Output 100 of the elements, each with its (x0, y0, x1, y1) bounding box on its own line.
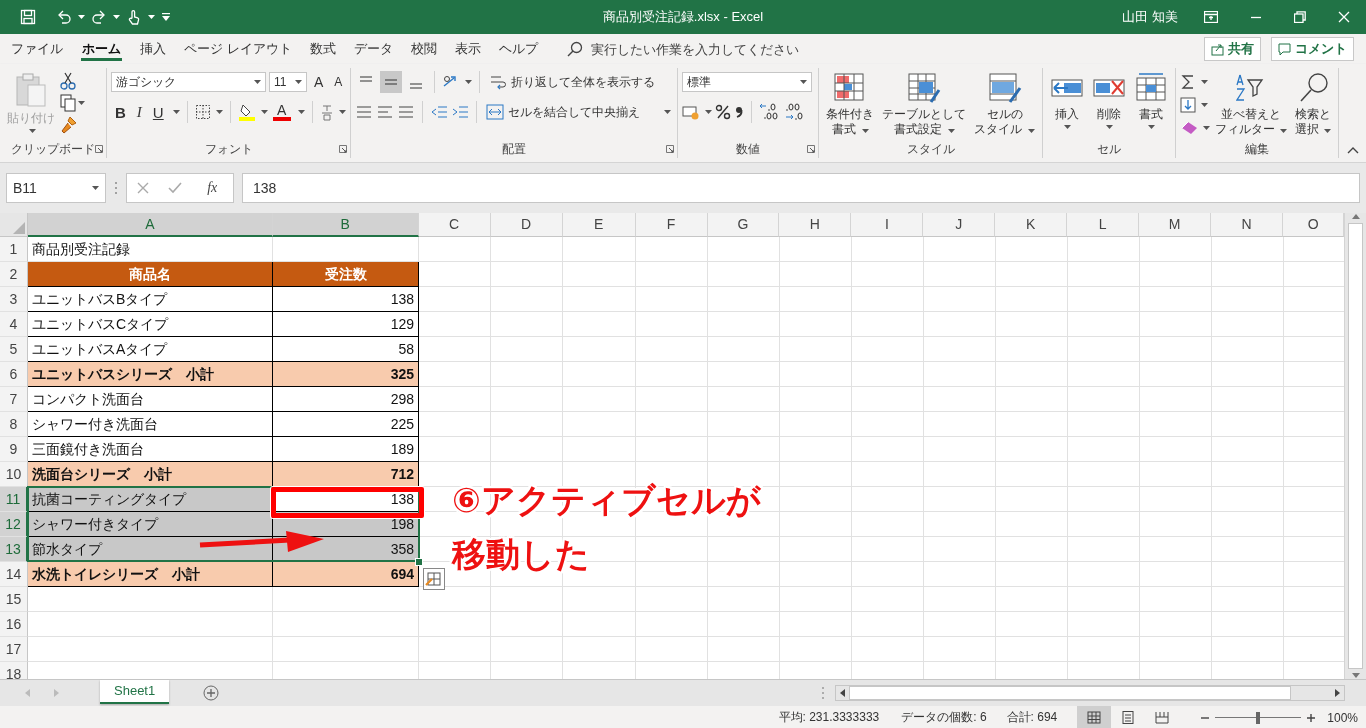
menu-tab[interactable]: ページ レイアウト (175, 34, 301, 64)
menu-tab[interactable]: ホーム (72, 34, 131, 64)
row-header[interactable]: 4 (0, 312, 28, 337)
undo-icon[interactable] (56, 9, 72, 25)
share-button[interactable]: 共有 (1204, 37, 1261, 61)
row-header[interactable]: 18 (0, 662, 28, 679)
dialog-launcher-icon[interactable] (666, 145, 675, 153)
vertical-scrollbar[interactable] (1344, 213, 1366, 679)
collapse-ribbon-icon[interactable] (1347, 146, 1360, 154)
font-size-dropdown[interactable]: 11 (269, 72, 307, 92)
caret-icon[interactable] (1148, 125, 1156, 129)
row-header[interactable]: 11 (0, 487, 28, 512)
comma-style-icon[interactable] (734, 104, 745, 120)
caret-icon[interactable] (800, 80, 808, 84)
decrease-font-size-button[interactable]: A (330, 71, 347, 93)
row-header[interactable]: 17 (0, 637, 28, 662)
column-header[interactable]: O (1283, 213, 1344, 237)
row-header[interactable]: 1 (0, 237, 28, 262)
zoom-slider-thumb[interactable] (1256, 711, 1261, 724)
row-header[interactable]: 15 (0, 587, 28, 612)
delete-cells-button[interactable]: 削除 (1088, 70, 1129, 140)
fill-handle[interactable] (415, 558, 423, 566)
column-header[interactable]: K (995, 213, 1068, 237)
scissors-icon[interactable] (60, 72, 76, 90)
column-header[interactable]: H (779, 213, 852, 237)
increase-font-size-button[interactable]: A (310, 71, 328, 93)
fill-color-icon[interactable] (237, 103, 256, 121)
normal-view-button[interactable] (1077, 706, 1112, 728)
caret-icon[interactable] (338, 110, 346, 114)
borders-icon[interactable] (194, 104, 211, 120)
close-icon[interactable] (1338, 11, 1350, 23)
row-header[interactable]: 8 (0, 412, 28, 437)
row-header[interactable]: 6 (0, 362, 28, 387)
comment-icon[interactable] (1278, 42, 1291, 56)
page-layout-view-icon[interactable] (1121, 711, 1136, 724)
column-header[interactable]: M (1139, 213, 1212, 237)
format-cells-icon[interactable] (1133, 72, 1168, 104)
insert-function-button[interactable]: fx (201, 179, 224, 197)
name-box[interactable]: B11 (6, 173, 106, 203)
row-header[interactable]: 13 (0, 537, 28, 562)
zoom-in-icon[interactable] (1307, 713, 1316, 722)
quick-analysis-icon[interactable] (423, 568, 445, 590)
copy-icon[interactable] (60, 94, 76, 112)
caret-icon[interactable] (705, 110, 713, 114)
insert-cells-button[interactable]: 挿入 (1046, 70, 1087, 140)
save-icon[interactable] (20, 9, 36, 25)
merge-center-button[interactable]: セルを結合して中央揃え (484, 101, 674, 123)
find-button[interactable]: 検索と 選択 (1292, 70, 1335, 140)
wrap-text-button[interactable]: 折り返して全体を表示する (487, 71, 658, 93)
column-header[interactable]: A (28, 213, 273, 237)
caret-icon[interactable] (113, 15, 120, 19)
caret-icon[interactable] (1064, 125, 1072, 129)
caret-icon[interactable] (465, 80, 473, 84)
search-icon[interactable] (1298, 72, 1329, 104)
menu-tab[interactable]: ヘルプ (489, 34, 547, 64)
row-header[interactable]: 12 (0, 512, 28, 537)
new-sheet-icon[interactable] (203, 685, 220, 701)
scroll-right-icon[interactable] (1335, 689, 1341, 697)
customize-toolbar-icon[interactable] (161, 12, 171, 22)
format-painter-icon[interactable] (60, 116, 78, 134)
font-color-button[interactable]: A (270, 103, 293, 121)
underline-button[interactable]: U (148, 101, 168, 123)
redo-icon[interactable] (91, 9, 107, 25)
caret-icon[interactable] (260, 110, 268, 114)
caret-icon[interactable] (297, 110, 305, 114)
column-header[interactable]: N (1211, 213, 1284, 237)
row-header[interactable]: 7 (0, 387, 28, 412)
horizontal-scrollbar[interactable] (835, 685, 1345, 701)
merge-cells-icon[interactable] (486, 104, 505, 120)
caret-icon[interactable] (92, 186, 99, 190)
format-cells-button[interactable]: 書式 (1130, 70, 1171, 140)
normal-view-icon[interactable] (1087, 711, 1102, 724)
dialog-launcher-icon[interactable] (807, 145, 816, 153)
percent-icon[interactable] (715, 104, 732, 120)
caret-icon[interactable] (1200, 103, 1208, 107)
cell-styles-button[interactable]: セルの スタイル (971, 70, 1038, 140)
caret-icon[interactable] (1202, 126, 1210, 130)
italic-button[interactable]: I (132, 101, 146, 123)
sheet-tab[interactable]: Sheet1 (100, 680, 170, 704)
caret-icon[interactable] (172, 110, 180, 114)
column-header[interactable]: D (490, 213, 563, 237)
menu-tab[interactable]: 挿入 (131, 34, 175, 64)
caret-icon[interactable] (1106, 125, 1114, 129)
restore-icon[interactable] (1294, 11, 1306, 23)
caret-icon[interactable] (254, 80, 261, 84)
row-header[interactable]: 10 (0, 462, 28, 487)
bold-button[interactable]: B (111, 101, 130, 123)
ribbon-display-options-icon[interactable] (1204, 11, 1218, 23)
caret-icon[interactable] (1027, 129, 1035, 133)
wrap-text-icon[interactable] (489, 73, 508, 91)
fill-icon[interactable] (1179, 97, 1196, 113)
menu-tab[interactable]: 数式 (300, 34, 345, 64)
cell-styles-icon[interactable] (987, 72, 1022, 104)
table-icon[interactable] (907, 72, 942, 104)
caret-icon[interactable] (1324, 129, 1332, 133)
number-format-dropdown[interactable]: 標準 (682, 72, 813, 92)
column-header[interactable]: C (418, 213, 491, 237)
column-header[interactable]: E (562, 213, 636, 237)
menu-tab[interactable]: データ (344, 34, 402, 64)
caret-icon[interactable] (78, 101, 85, 105)
